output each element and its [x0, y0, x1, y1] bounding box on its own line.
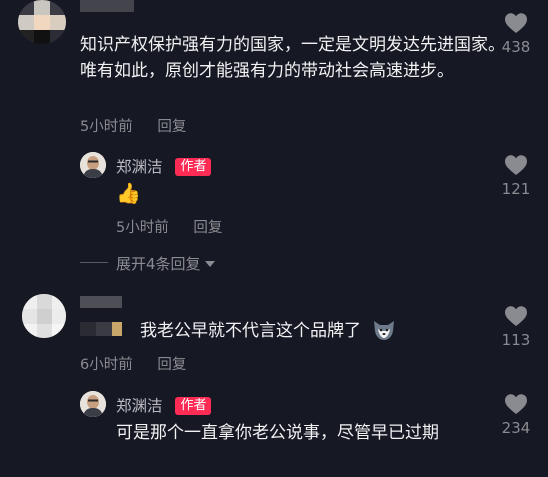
username-mosaic	[80, 296, 122, 308]
husky-emoji	[372, 319, 396, 349]
expand-replies-button[interactable]: 展开4条回复	[116, 253, 215, 274]
comment-text: 知识产权保护强有力的国家，一定是文明发达先进国家。唯有如此，原创才能强有力的带动…	[80, 35, 505, 81]
author-badge: 作者	[175, 158, 212, 176]
divider	[80, 262, 108, 263]
avatar[interactable]	[22, 294, 66, 338]
heart-icon	[505, 394, 527, 414]
reply-button[interactable]: 回复	[157, 119, 186, 135]
author-avatar[interactable]	[80, 391, 106, 417]
comment-text: 我老公早就不代言这个品牌了	[140, 321, 361, 341]
triangle-down-icon	[204, 261, 215, 267]
comment-list: 知识产权保护强有力的国家，一定是文明发达先进国家。唯有如此，原创才能强有力的带动…	[0, 0, 548, 477]
like-count: 438	[501, 38, 531, 56]
reply-time: 5小时前	[116, 220, 169, 236]
heart-icon	[505, 155, 527, 175]
reply-meta: 5小时前 回复	[116, 216, 222, 237]
heart-icon	[505, 13, 527, 33]
like-count: 121	[501, 180, 531, 198]
comment-meta: 6小时前 回复	[80, 353, 186, 374]
comment-text-row: 我老公早就不代言这个品牌了	[140, 318, 396, 349]
comment-time: 5小时前	[80, 119, 133, 135]
comment-meta: 5小时前 回复	[80, 115, 186, 136]
like-count: 234	[501, 419, 531, 437]
author-avatar-image	[80, 152, 106, 178]
username-mosaic	[80, 322, 122, 336]
reply-button[interactable]: 回复	[157, 357, 186, 373]
reply-button[interactable]: 回复	[193, 220, 222, 236]
like-button[interactable]	[504, 12, 528, 38]
expand-replies-label: 展开4条回复	[116, 255, 201, 273]
thumbs-up-emoji: 👍	[116, 181, 141, 205]
like-button[interactable]	[504, 305, 528, 331]
username-mosaic	[80, 0, 134, 12]
author-name-row: 郑渊洁 作者	[116, 155, 212, 177]
author-name-row: 郑渊洁 作者	[116, 394, 212, 416]
like-button[interactable]	[504, 154, 528, 180]
like-count: 113	[501, 331, 531, 349]
avatar[interactable]	[18, 0, 66, 44]
author-name[interactable]: 郑渊洁	[116, 397, 163, 415]
author-avatar-image	[80, 391, 106, 417]
author-avatar[interactable]	[80, 152, 106, 178]
heart-icon	[505, 306, 527, 326]
author-badge: 作者	[175, 397, 212, 415]
like-button[interactable]	[504, 393, 528, 419]
comment-time: 6小时前	[80, 357, 133, 373]
author-name[interactable]: 郑渊洁	[116, 158, 163, 176]
reply-text: 可是那个一直拿你老公说事，尽管早已过期	[116, 423, 439, 443]
